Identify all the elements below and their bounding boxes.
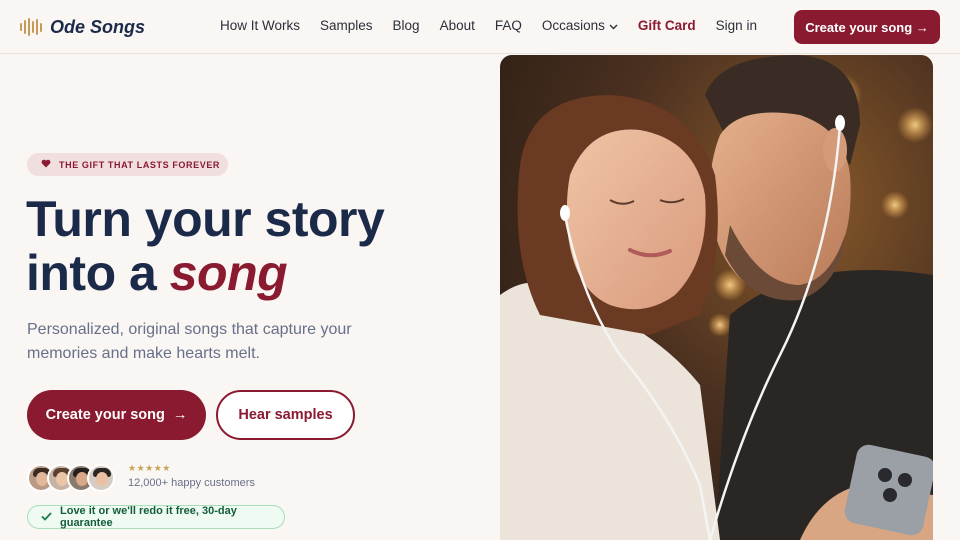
create-song-button[interactable]: Create your song →	[27, 390, 206, 440]
hear-samples-button[interactable]: Hear samples	[216, 390, 355, 440]
hero-photo-couple-with-earphones	[500, 55, 933, 540]
brand-name: Ode Songs	[50, 16, 146, 37]
hero-subtext: Personalized, original songs that captur…	[27, 321, 352, 362]
heart-icon	[41, 159, 51, 171]
nav-faq[interactable]: FAQ	[495, 18, 522, 33]
hero-badge-text: THE GIFT THAT LASTS FOREVER	[59, 159, 221, 170]
nav-samples[interactable]: Samples	[320, 18, 373, 33]
create-song-label: Create your song	[45, 407, 165, 423]
site-header: Ode Songs How It Works Samples Blog Abou…	[0, 0, 960, 54]
customer-avatars	[27, 464, 115, 492]
avatar	[87, 464, 115, 492]
headline-accent: song	[169, 245, 288, 301]
nav-about[interactable]: About	[440, 18, 475, 33]
nav-occasions[interactable]: Occasions	[542, 18, 618, 33]
guarantee-text: Love it or we'll redo it free, 30-day gu…	[60, 505, 237, 529]
hero-headline: Turn your story into a song	[26, 192, 466, 300]
header-create-song-button[interactable]: Create your song →	[794, 10, 940, 44]
guarantee-badge: Love it or we'll redo it free, 30-day gu…	[27, 505, 285, 529]
check-icon	[41, 510, 52, 524]
nav-how-it-works[interactable]: How It Works	[220, 18, 300, 33]
nav-blog[interactable]: Blog	[393, 18, 420, 33]
main-nav: How It Works Samples Blog About FAQ Occa…	[220, 18, 757, 33]
arrow-right-icon: →	[172, 407, 188, 423]
nav-occasions-label: Occasions	[541, 18, 605, 33]
customer-count: 12,000+ happy customers	[128, 477, 255, 489]
headline-line2-prefix: into a	[26, 245, 170, 301]
nav-sign-in[interactable]: Sign in	[716, 18, 757, 33]
headline-line1: Turn your story	[26, 191, 385, 247]
chevron-down-icon	[609, 22, 618, 32]
hero-badge: THE GIFT THAT LASTS FOREVER	[27, 153, 228, 176]
nav-gift-card[interactable]: Gift Card	[638, 18, 696, 33]
rating-stars: ★★★★★	[128, 463, 171, 473]
brand-logo[interactable]: Ode Songs	[20, 14, 145, 40]
soundwave-icon	[20, 18, 42, 36]
